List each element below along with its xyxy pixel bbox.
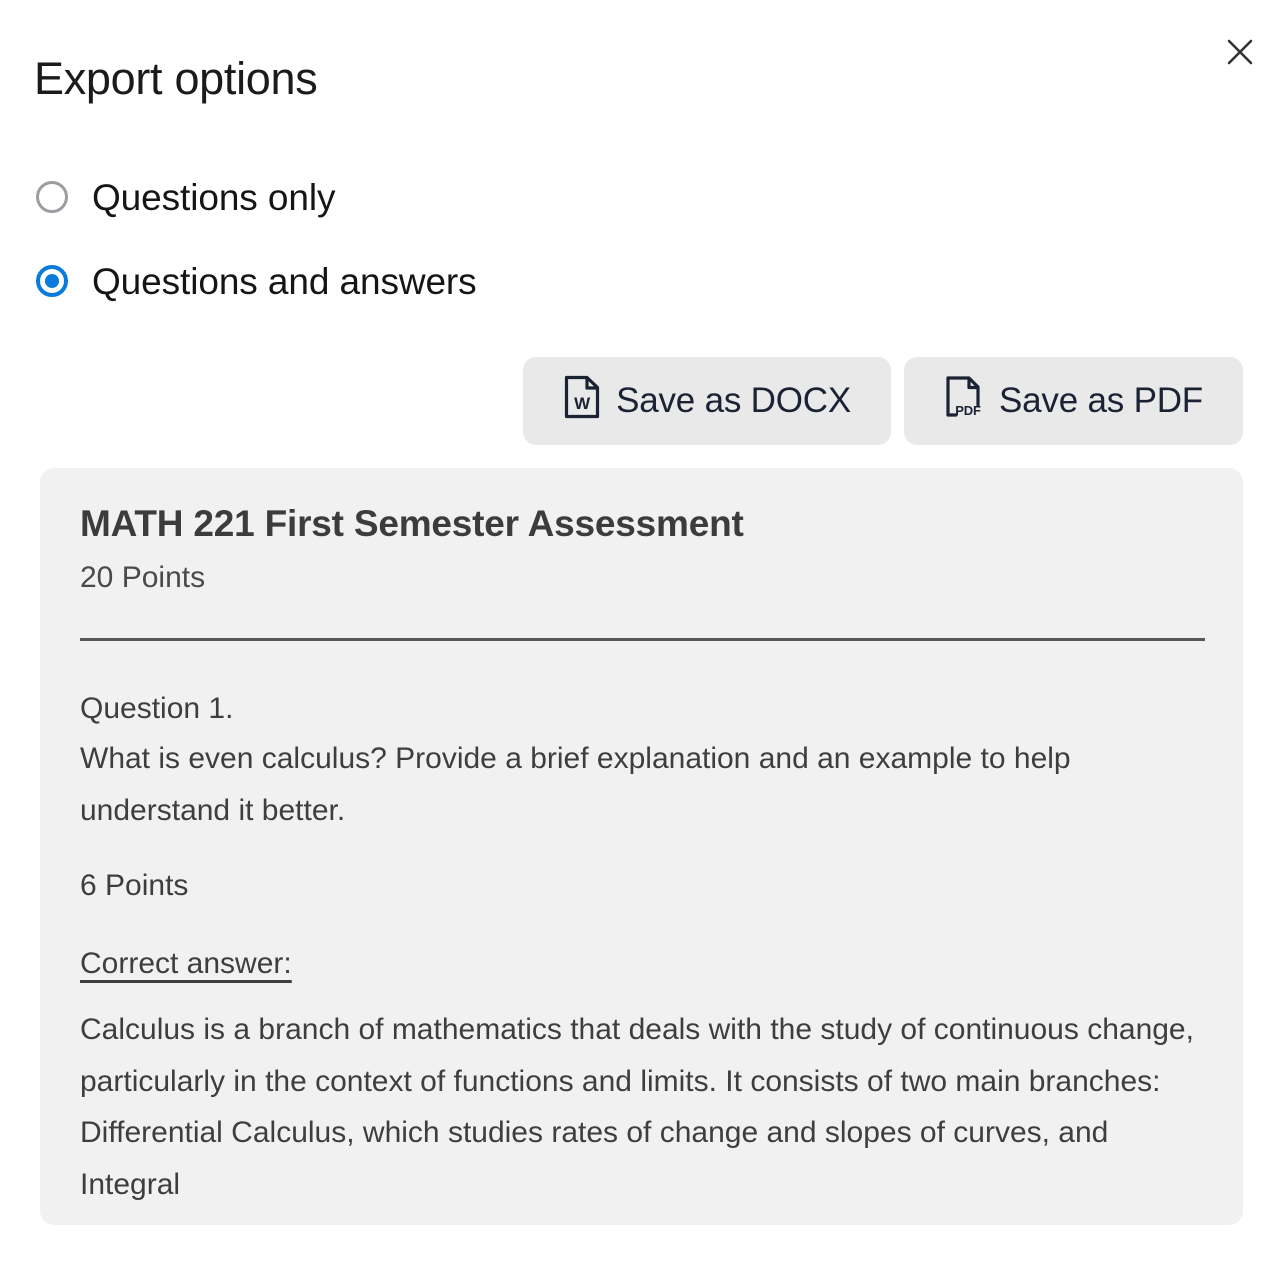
radio-unselected-icon[interactable] [36,181,68,213]
export-options-dialog: Export options Questions only Questions … [0,0,1280,1280]
pdf-document-icon: PDF [944,375,984,428]
page-title: Export options [34,53,318,104]
radio-selected-icon[interactable] [36,265,68,297]
document-points: 20 Points [80,560,206,594]
svg-text:W: W [574,394,591,413]
document-title: MATH 221 First Semester Assessment [80,503,744,544]
radio-option-label: Questions and answers [92,260,477,302]
radio-option-label: Questions only [92,176,336,218]
export-scope-radio-group: Questions only Questions and answers [36,166,736,334]
save-as-pdf-button[interactable]: PDF Save as PDF [904,357,1243,445]
export-button-row: W Save as DOCX PDF Save as PDF [523,357,1243,445]
question-points: 6 Points [80,869,189,903]
radio-option-questions-and-answers[interactable]: Questions and answers [36,250,736,312]
save-as-docx-button[interactable]: W Save as DOCX [523,357,891,445]
close-button[interactable] [1218,30,1262,74]
correct-answer-text: Calculus is a branch of mathematics that… [80,1013,1194,1202]
document-preview-card[interactable]: MATH 221 First Semester Assessment 20 Po… [40,468,1243,1225]
document-preview-content: MATH 221 First Semester Assessment 20 Po… [40,468,1243,1211]
close-icon [1225,37,1255,67]
document-divider [80,637,1205,641]
svg-text:PDF: PDF [955,403,981,418]
radio-option-questions-only[interactable]: Questions only [36,166,736,228]
question-text: What is even calculus? Provide a brief e… [80,742,1071,827]
word-document-icon: W [563,375,601,428]
save-as-pdf-label: Save as PDF [999,381,1203,420]
correct-answer-label: Correct answer: [80,947,292,981]
save-as-docx-label: Save as DOCX [616,381,851,420]
question-label: Question 1. [80,691,234,725]
